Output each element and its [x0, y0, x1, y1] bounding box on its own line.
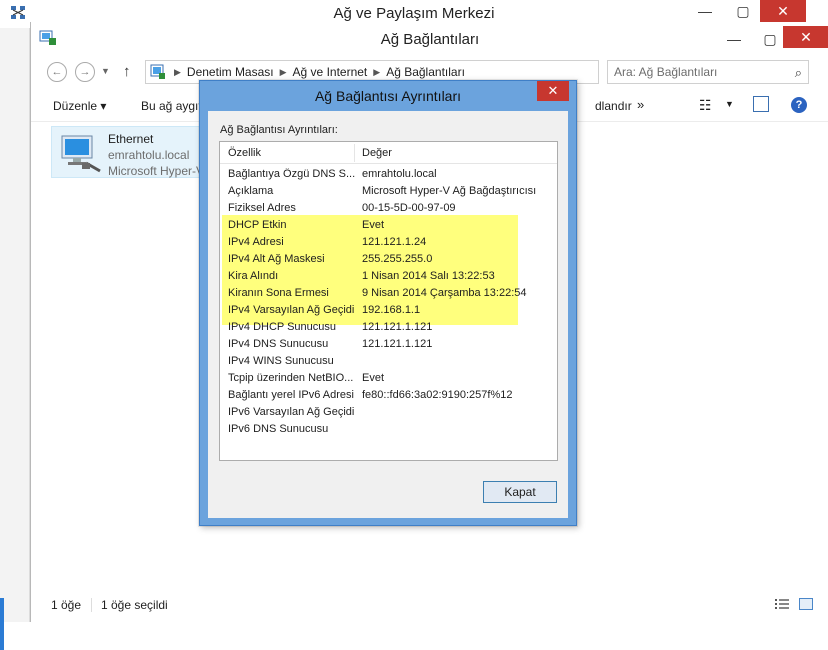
value-cell: 121.121.1.121	[362, 321, 433, 333]
up-arrow-icon[interactable]: ↑	[123, 63, 131, 80]
selected-count: 1 öğe seçildi	[101, 598, 168, 612]
connect-device-button[interactable]: Bu ağ aygıt	[141, 99, 202, 113]
property-cell: IPv4 DHCP Sunucusu	[228, 321, 337, 333]
table-row[interactable]: IPv4 Alt Ağ Maskesi 255.255.255.0	[220, 251, 557, 268]
details-view-icon[interactable]	[775, 598, 789, 610]
maximize-button[interactable]: ▢	[728, 0, 758, 22]
ethernet-adapter-icon	[61, 135, 101, 173]
column-header-property[interactable]: Özellik	[228, 147, 261, 159]
search-input[interactable]: Ara: Ağ Bağlantıları ⌕	[607, 60, 809, 84]
table-row[interactable]: IPv4 WINS Sunucusu	[220, 353, 557, 370]
close-button[interactable]: ✕	[760, 0, 806, 22]
value-cell: 255.255.255.0	[362, 253, 433, 265]
search-icon[interactable]: ⌕	[795, 65, 802, 81]
property-cell: Açıklama	[228, 185, 274, 197]
property-cell: DHCP Etkin	[228, 219, 287, 231]
value-cell: fe80::fd66:3a02:9190:257f%12	[362, 389, 513, 401]
value-cell: 9 Nisan 2014 Çarşamba 13:22:54	[362, 287, 527, 299]
details-caption: Ağ Bağlantısı Ayrıntıları:	[220, 124, 338, 136]
property-cell: Kira Alındı	[228, 270, 279, 282]
property-cell: Kiranın Sona Ermesi	[228, 287, 329, 299]
property-cell: IPv6 DNS Sunucusu	[228, 423, 329, 435]
details-list[interactable]: Özellik Değer Bağlantıya Özgü DNS S... em…	[219, 141, 558, 461]
connection-name: Ethernet	[108, 132, 154, 146]
large-icons-view-icon[interactable]	[799, 598, 813, 610]
value-cell: 00-15-5D-00-97-09	[362, 202, 456, 214]
ethernet-connection-item[interactable]: Ethernet emrahtolu.local Microsoft Hyper…	[51, 126, 211, 178]
minimize-button[interactable]: —	[690, 0, 720, 22]
value-cell: emrahtolu.local	[362, 168, 437, 180]
dialog-body: Ağ Bağlantısı Ayrıntıları: Özellik Değer…	[208, 111, 568, 518]
table-row[interactable]: Kiranın Sona Ermesi 9 Nisan 2014 Çarşamba…	[220, 285, 557, 302]
table-row[interactable]: IPv4 DNS Sunucusu 121.121.1.121	[220, 336, 557, 353]
dialog-title: Ağ Bağlantısı Ayrıntıları	[314, 88, 462, 104]
explorer-title: Ağ Bağlantıları	[380, 31, 480, 48]
table-row[interactable]: Açıklama Microsoft Hyper-V Ağ Bağdaştırıc…	[220, 183, 557, 200]
sidebar-accent	[0, 598, 4, 650]
item-count: 1 öğe	[51, 598, 82, 612]
breadcrumb-separator-icon: ▶	[174, 66, 181, 77]
table-row[interactable]: IPv6 Varsayılan Ağ Geçidi	[220, 404, 557, 421]
forward-arrow-icon[interactable]: →	[75, 62, 95, 82]
property-cell: Tcpip üzerinden NetBIO...	[228, 372, 354, 384]
preview-pane-icon[interactable]	[753, 96, 769, 112]
value-cell: Evet	[362, 372, 385, 384]
table-row[interactable]: IPv4 DHCP Sunucusu 121.121.1.121	[220, 319, 557, 336]
value-cell: 1 Nisan 2014 Salı 13:22:53	[362, 270, 495, 282]
search-placeholder: Ara: Ağ Bağlantıları	[614, 65, 718, 79]
breadcrumb-separator-icon: ▶	[373, 66, 381, 77]
property-cell: IPv4 Varsayılan Ağ Geçidi	[228, 304, 355, 316]
maximize-button[interactable]: ▢	[755, 28, 785, 50]
property-cell: IPv4 DNS Sunucusu	[228, 338, 329, 350]
status-bar: 1 öğe 1 öğe seçildi	[31, 594, 828, 622]
close-button[interactable]: ✕	[783, 26, 828, 48]
value-cell: 121.121.1.24	[362, 236, 427, 248]
back-arrow-icon[interactable]: ←	[47, 62, 67, 82]
property-cell: Bağlantı yerel IPv6 Adresi	[228, 389, 354, 401]
property-cell: Fiziksel Adres	[228, 202, 296, 214]
view-dropdown-chevron-icon[interactable]: ▼	[725, 99, 734, 109]
control-panel-icon	[150, 64, 165, 79]
explorer-titlebar: Ağ Bağlantıları — ▢ ✕	[31, 22, 828, 54]
minimize-button[interactable]: —	[719, 28, 749, 50]
network-connection-details-dialog: Ağ Bağlantısı Ayrıntıları ✕ Ağ Bağlantıs…	[199, 80, 577, 526]
breadcrumb-control-panel[interactable]: Denetim Masası	[181, 65, 280, 79]
list-header: Özellik Değer	[220, 142, 557, 164]
table-row[interactable]: IPv4 Varsayılan Ağ Geçidi 192.168.1.1	[220, 302, 557, 319]
back-window-sidebar	[0, 28, 30, 650]
value-cell: Microsoft Hyper-V Ağ Bağdaştırıcısı	[362, 185, 537, 197]
breadcrumb-network-internet[interactable]: Ağ ve Internet	[287, 65, 374, 79]
view-options-icon[interactable]: ☷	[699, 97, 712, 114]
value-cell: 192.168.1.1	[362, 304, 421, 316]
value-cell: Evet	[362, 219, 385, 231]
breadcrumb-network-connections[interactable]: Ağ Bağlantıları	[380, 65, 471, 79]
property-cell: IPv4 Adresi	[228, 236, 284, 248]
table-row[interactable]: IPv4 Adresi 121.121.1.24	[220, 234, 557, 251]
connection-domain: emrahtolu.local	[108, 148, 190, 162]
table-row[interactable]: Bağlantıya Özgü DNS S... emrahtolu.local	[220, 166, 557, 183]
help-icon[interactable]: ?	[791, 97, 807, 113]
close-dialog-button[interactable]: Kapat	[483, 481, 557, 503]
property-cell: Bağlantıya Özgü DNS S...	[228, 168, 356, 180]
recent-locations-chevron-icon[interactable]: ▼	[101, 66, 110, 76]
table-row[interactable]: Bağlantı yerel IPv6 Adresi fe80::fd66:3a0…	[220, 387, 557, 404]
table-row[interactable]: Tcpip üzerinden NetBIO... Evet	[220, 370, 557, 387]
more-commands-button[interactable]: »	[637, 97, 644, 112]
table-row[interactable]: Fiziksel Adres 00-15-5D-00-97-09	[220, 200, 557, 217]
rename-button[interactable]: dlandır	[595, 99, 632, 113]
property-cell: IPv4 Alt Ağ Maskesi	[228, 253, 325, 265]
property-cell: IPv6 Varsayılan Ağ Geçidi	[228, 406, 355, 418]
status-divider	[91, 598, 92, 612]
organize-menu-button[interactable]: Düzenle ▾	[53, 99, 106, 113]
column-header-value[interactable]: Değer	[362, 147, 392, 159]
connection-device: Microsoft Hyper-V	[108, 164, 205, 178]
table-row[interactable]: DHCP Etkin Evet	[220, 217, 557, 234]
table-row[interactable]: Kira Alındı 1 Nisan 2014 Salı 13:22:53	[220, 268, 557, 285]
breadcrumb-separator-icon: ▶	[279, 66, 287, 77]
table-row[interactable]: IPv6 DNS Sunucusu	[220, 421, 557, 438]
dialog-close-icon[interactable]: ✕	[537, 81, 569, 101]
value-cell: 121.121.1.121	[362, 338, 433, 350]
column-divider[interactable]	[354, 144, 355, 162]
property-cell: IPv4 WINS Sunucusu	[228, 355, 334, 367]
